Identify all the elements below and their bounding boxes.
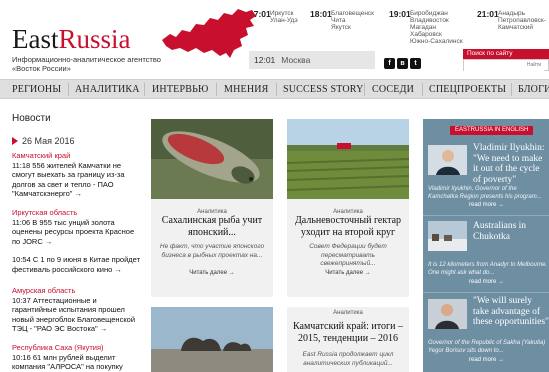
vk-icon[interactable]: в <box>397 58 408 69</box>
english-section-label[interactable]: EASTRUSSIA IN ENGLISH <box>450 126 534 135</box>
read-more-link[interactable]: read more → <box>469 357 504 363</box>
chukotka-photo[interactable] <box>428 221 467 251</box>
timezone-kamchatka: 21:01 Анадырь Петропавловск- Камчатский <box>477 9 546 32</box>
news-text[interactable]: 11:06 В 955 тыс унций золота оценены рес… <box>12 218 134 246</box>
nav-divider <box>68 83 69 96</box>
nav-divider <box>422 83 423 96</box>
news-text[interactable]: 10:54 С 1 по 9 июня в Китае пройдет фест… <box>12 255 140 274</box>
twitter-icon[interactable]: t <box>410 58 421 69</box>
site-tagline: Информационно-аналитическое агентство «В… <box>12 55 161 73</box>
news-item[interactable]: Иркутская область 11:06 В 955 тыс унций … <box>12 208 140 246</box>
main-nav: РЕГИОНЫ АНАЛИТИКА ИНТЕРВЬЮ МНЕНИЯ SUCCES… <box>0 79 549 99</box>
nav-interview[interactable]: ИНТЕРВЬЮ <box>152 80 209 99</box>
ilyukhin-photo[interactable] <box>428 145 467 175</box>
timezone-vladivostok: 19:01 Биробиджан Владивосток Магадан Хаб… <box>389 9 463 46</box>
borisov-photo[interactable] <box>428 299 467 329</box>
nav-success-story[interactable]: SUCCESS STORY <box>283 80 364 99</box>
news-region[interactable]: Республика Саха (Якутия) <box>12 343 140 353</box>
timezone-yakutsk: 18:01 Благовещенск Чита Якутск <box>310 9 375 32</box>
nav-opinions[interactable]: МНЕНИЯ <box>224 80 269 99</box>
read-more-link[interactable]: Читать далее → <box>151 270 273 276</box>
logo-wordmark: EastRussia <box>12 24 131 54</box>
nav-analytics[interactable]: АНАЛИТИКА <box>75 80 140 99</box>
article-card[interactable]: Аналитика Камчатский край: итоги – 2015,… <box>287 307 409 372</box>
triangle-icon <box>12 137 18 145</box>
tractor-field-photo <box>287 119 409 199</box>
news-item[interactable]: Амурская область 10:37 Аттестационные и … <box>12 286 140 334</box>
nav-divider <box>364 83 365 96</box>
article-card[interactable]: Аналитика Дальневосточный гектар уходит … <box>287 119 409 297</box>
article-title[interactable]: Сахалинская рыба учит японский... <box>153 215 271 239</box>
search-label: Поиск по сайту <box>463 49 549 59</box>
article-image-salmon[interactable] <box>151 119 273 199</box>
news-item[interactable]: 10:54 С 1 по 9 июня в Китае пройдет фест… <box>12 255 140 274</box>
news-text[interactable]: 10:37 Аттестационные и гарантийные испыт… <box>12 296 135 334</box>
news-item[interactable]: Камчатский край 11:18 556 жителей Камчат… <box>12 151 140 199</box>
news-item[interactable]: Республика Саха (Якутия) 10:16 61 млн ру… <box>12 343 140 372</box>
bear-monument-photo <box>151 307 273 372</box>
read-more-link[interactable]: read more → <box>469 279 504 285</box>
english-item-desc: Governor of the Republic of Sakha (Yakut… <box>428 340 546 354</box>
nav-divider <box>144 83 145 96</box>
article-image-bears[interactable] <box>151 307 273 372</box>
english-item[interactable]: Australians in Chukotka It is 12 kilomet… <box>423 219 549 291</box>
news-text[interactable]: 11:18 556 жителей Камчатки не смогут вые… <box>12 161 125 199</box>
moscow-time: 12:01 Москва <box>249 51 375 69</box>
nav-special-projects[interactable]: СПЕЦПРОЕКТЫ <box>429 80 506 99</box>
english-item[interactable]: Vladimir Ilyukhin: "We need to make it o… <box>423 141 549 209</box>
english-item-desc: Vladimir Ilyukhin, Governor of the Kamch… <box>428 186 542 200</box>
nav-divider <box>511 83 512 96</box>
english-item-title[interactable]: Vladimir Ilyukhin: "We need to make it o… <box>473 143 549 185</box>
news-region[interactable]: Амурская область <box>12 286 140 296</box>
nav-divider <box>216 83 217 96</box>
english-item[interactable]: "We will surely take advantage of these … <box>423 295 549 372</box>
read-more-link[interactable]: Читать далее → <box>287 270 409 276</box>
article-lead: Не факт, что участие японского бизнеса в… <box>159 243 265 259</box>
article-image-field[interactable] <box>287 119 409 199</box>
english-sidebar: EASTRUSSIA IN ENGLISH Vladimir Ilyukhin:… <box>423 119 549 372</box>
nav-blogs[interactable]: БЛОГИ <box>518 80 549 99</box>
nav-regions[interactable]: РЕГИОНЫ <box>12 80 61 99</box>
english-item-desc: It is 12 kilometers from Anadyr to Melbo… <box>428 262 548 276</box>
news-text[interactable]: 10:16 61 млн рублей выделит компания "АЛ… <box>12 353 123 372</box>
news-region[interactable]: Иркутская область <box>12 208 140 218</box>
article-card[interactable] <box>151 307 273 372</box>
news-heading: Новости <box>12 113 51 124</box>
sidebar-divider <box>423 292 549 293</box>
search-box: Найти <box>463 59 549 77</box>
article-lead: East Russia продолжает цикл аналитически… <box>302 351 394 367</box>
english-item-title[interactable]: "We will surely take advantage of these … <box>473 296 549 328</box>
article-title[interactable]: Камчатский край: итоги – 2015, тенденции… <box>289 321 407 345</box>
article-lead: Совет Федерации будет пересматривать све… <box>309 243 387 267</box>
facebook-icon[interactable]: f <box>384 58 395 69</box>
news-region[interactable]: Камчатский край <box>12 151 140 161</box>
salmon-photo <box>151 119 273 199</box>
search-button[interactable]: Найти <box>520 60 548 70</box>
article-title[interactable]: Дальневосточный гектар уходит на второй … <box>289 215 407 239</box>
article-category: Аналитика <box>333 310 363 316</box>
english-item-title[interactable]: Australians in Chukotka <box>473 221 549 242</box>
russia-map-logo-icon <box>162 9 256 58</box>
news-date: 26 Мая 2016 <box>12 136 75 146</box>
nav-divider <box>276 83 277 96</box>
nav-neighbors[interactable]: СОСЕДИ <box>372 80 414 99</box>
sidebar-divider <box>423 215 549 216</box>
article-card[interactable]: Аналитика Сахалинская рыба учит японский… <box>151 119 273 297</box>
read-more-link[interactable]: read more → <box>469 202 504 208</box>
